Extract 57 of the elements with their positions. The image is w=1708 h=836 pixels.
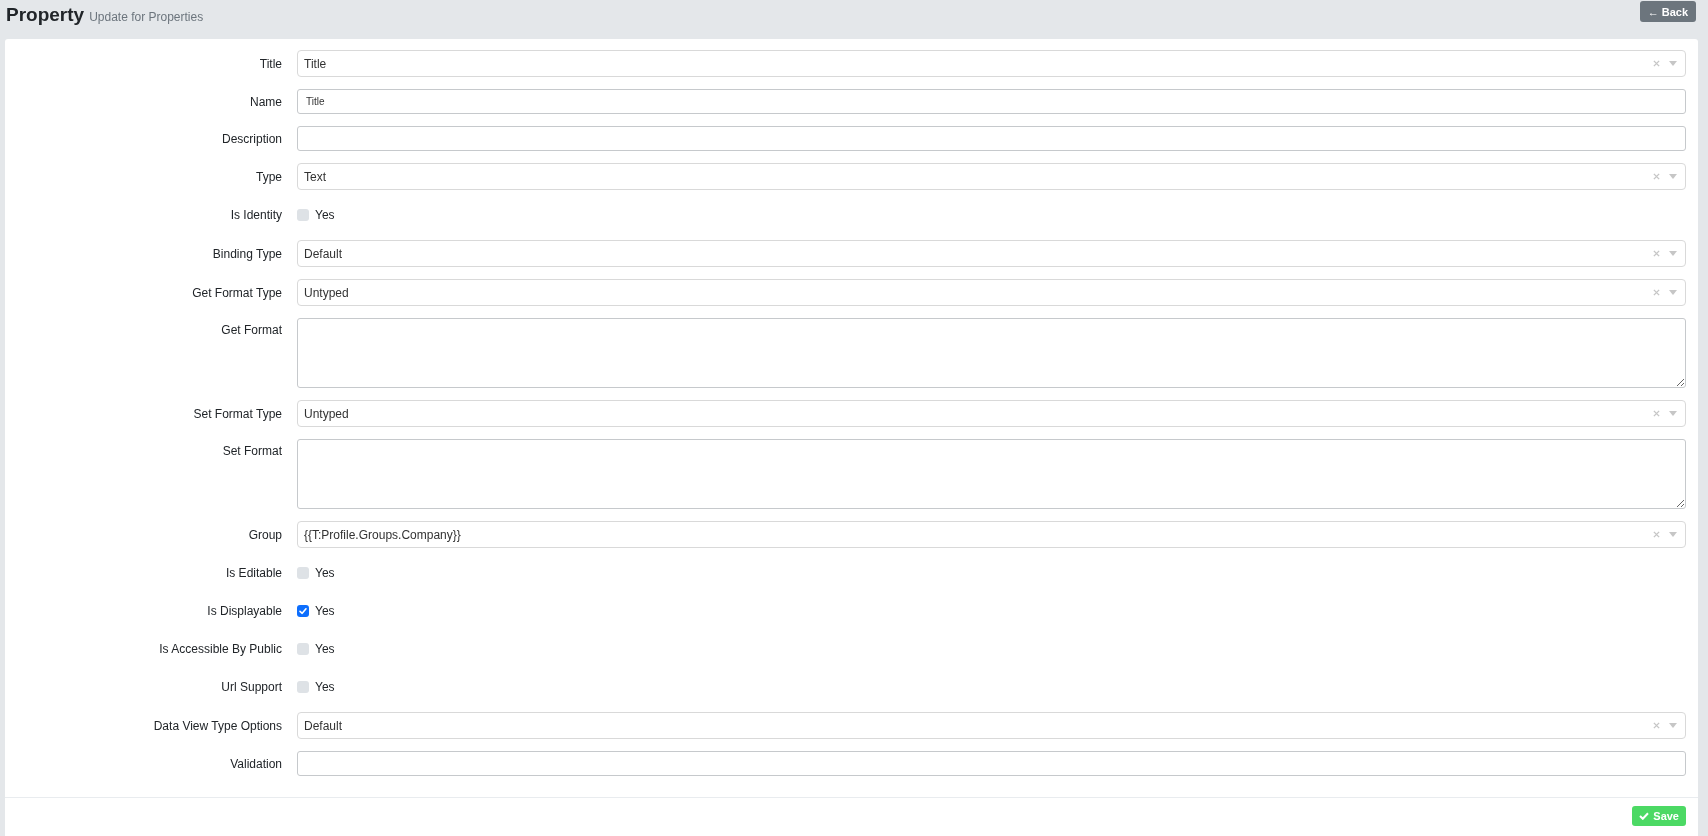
caret-icon[interactable] xyxy=(1669,532,1677,537)
checkbox[interactable] xyxy=(297,681,309,693)
textarea-field[interactable] xyxy=(297,318,1686,388)
field-label: Is Displayable xyxy=(206,604,282,618)
input-field[interactable] xyxy=(297,751,1686,776)
field-label: Is Accessible By Public xyxy=(158,642,282,656)
select-field[interactable]: Untyped xyxy=(297,400,1686,427)
textarea-field[interactable] xyxy=(297,439,1686,509)
clear-icon[interactable] xyxy=(1653,250,1660,257)
page-subtitle: Update for Properties xyxy=(89,10,204,24)
field-label: Type xyxy=(255,169,282,184)
select-field[interactable]: Default xyxy=(297,712,1686,739)
caret-icon[interactable] xyxy=(1669,251,1677,256)
input-field[interactable] xyxy=(297,126,1686,151)
field-label: Validation xyxy=(229,756,282,771)
field-label: Is Identity xyxy=(229,208,282,222)
field-label: Set Format Type xyxy=(192,406,282,421)
caret-icon[interactable] xyxy=(1669,723,1677,728)
checkbox[interactable] xyxy=(297,209,309,221)
checkbox-label: Yes xyxy=(315,642,335,656)
input-field[interactable]: Title xyxy=(297,89,1686,114)
checkbox-label: Yes xyxy=(315,208,335,222)
field-label: Name xyxy=(249,94,282,109)
field-label: Description xyxy=(220,131,282,146)
checkbox[interactable] xyxy=(297,643,309,655)
back-button[interactable]: ← Back xyxy=(1639,1,1696,22)
caret-icon[interactable] xyxy=(1669,290,1677,295)
page-title: Property xyxy=(6,4,85,26)
clear-icon[interactable] xyxy=(1653,289,1660,296)
checkbox-label: Yes xyxy=(315,680,335,694)
select-field[interactable]: Text xyxy=(297,163,1686,190)
checkbox-label: Yes xyxy=(315,604,335,618)
select-field[interactable]: Untyped xyxy=(297,279,1686,306)
field-label: Url Support xyxy=(220,680,282,694)
field-label: Title xyxy=(258,56,282,71)
select-field[interactable]: Title xyxy=(297,50,1686,77)
clear-icon[interactable] xyxy=(1653,410,1660,417)
checkbox[interactable] xyxy=(297,567,309,579)
caret-icon[interactable] xyxy=(1669,411,1677,416)
caret-icon[interactable] xyxy=(1669,174,1677,179)
caret-icon[interactable] xyxy=(1669,61,1677,66)
checkbox-label: Yes xyxy=(315,566,335,580)
clear-icon[interactable] xyxy=(1653,531,1660,538)
field-label: Group xyxy=(247,527,282,542)
field-label: Get Format xyxy=(220,322,282,337)
checkbox[interactable] xyxy=(297,605,309,617)
select-field[interactable]: {{T:Profile.Groups.Company}} xyxy=(297,521,1686,548)
field-label: Set Format xyxy=(221,443,282,458)
field-label: Binding Type xyxy=(211,246,282,261)
check-icon xyxy=(1639,812,1650,820)
field-label: Get Format Type xyxy=(191,285,282,300)
clear-icon[interactable] xyxy=(1653,173,1660,180)
field-label: Data View Type Options xyxy=(152,718,282,733)
clear-icon[interactable] xyxy=(1653,60,1660,67)
field-label: Is Editable xyxy=(224,566,282,580)
clear-icon[interactable] xyxy=(1653,722,1660,729)
select-field[interactable]: Default xyxy=(297,240,1686,267)
